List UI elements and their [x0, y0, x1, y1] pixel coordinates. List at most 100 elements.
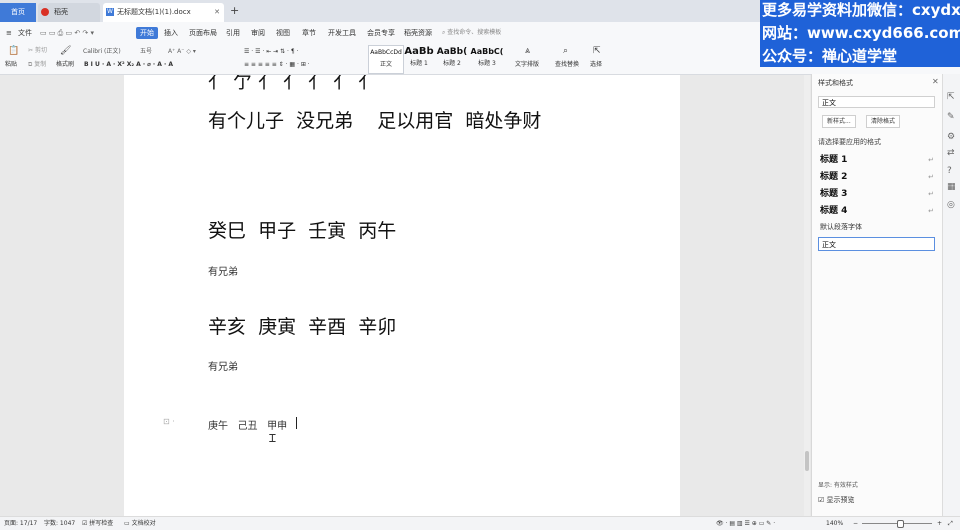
promo-website: 网站：www.cxyd666.com [762, 24, 960, 42]
select-cursor-icon[interactable]: ⇱ [593, 46, 601, 56]
font-format-icons[interactable]: B I U · A · X² X₂ A · ⌀ · A · A [84, 60, 173, 69]
ibeam-cursor-icon: Ꮖ [269, 432, 277, 445]
settings-icon[interactable]: ⚙ [947, 132, 955, 142]
preview-checkbox[interactable]: ☑ 显示预览 [818, 495, 855, 505]
vertical-scrollbar[interactable] [804, 75, 810, 516]
find-replace-button[interactable]: 查找替换 [555, 60, 579, 69]
menu-member[interactable]: 会员专享 [367, 27, 395, 39]
spell-check-label: 拼写检查 [89, 520, 114, 527]
panel-style-heading1[interactable]: 标题 1 ↵ [820, 152, 936, 168]
tab-docer-label: 稻壳 [54, 8, 68, 16]
find-icon[interactable]: ⌕ [563, 46, 568, 56]
command-search[interactable]: ⌕ 查找命令、搜索模板 [442, 27, 562, 39]
word-count[interactable]: 字数: 1047 [44, 519, 75, 528]
doc-line-4: 辛亥 庚寅 辛酉 辛卯 [208, 316, 397, 338]
close-tab-icon[interactable]: ✕ [214, 3, 220, 22]
font-size-select[interactable]: 五号 [140, 47, 152, 56]
menu-view[interactable]: 视图 [276, 27, 290, 39]
search-placeholder: 查找命令、搜索模板 [447, 29, 502, 36]
new-tab-icon[interactable]: + [230, 5, 239, 16]
style-normal-label: 正文 [379, 61, 392, 68]
show-styles-select[interactable]: 显示: 有效样式 [818, 480, 858, 489]
tab-home[interactable]: 首页 [0, 3, 36, 22]
paste-button[interactable]: 粘贴 [5, 60, 17, 69]
doc-line-1: 有个儿子 没兄弟 足以用官 暗处争财 [208, 110, 542, 132]
hamburger-icon[interactable]: ≡ [6, 27, 12, 39]
clear-format-button[interactable]: 清除格式 [866, 115, 901, 128]
style-heading3-label: 标题 3 [478, 60, 496, 67]
styles-panel: 样式和格式 ✕ 正文 新样式... 清除格式 请选择要应用的格式 标题 1 ↵ 标… [811, 74, 942, 516]
view-mode-icons[interactable]: 👁 · ▤ ▥ ☰ ⊕ ▭ ✎ · [716, 519, 775, 528]
tab-document[interactable]: W 无标题文档(1)(1).docx ✕ [103, 3, 224, 22]
word-doc-icon: W [106, 8, 114, 16]
paragraph-mark-icon: ↵ [928, 173, 934, 181]
menu-docer[interactable]: 稻壳资源 [404, 27, 432, 39]
style-heading3[interactable]: AaBbC( 标题 3 [469, 45, 505, 72]
menu-developer[interactable]: 开发工具 [328, 27, 356, 39]
share-icon[interactable]: ⇄ [947, 148, 955, 158]
scroll-thumb[interactable] [805, 451, 809, 471]
current-style-select[interactable]: 正文 [818, 96, 935, 108]
panel-style-normal[interactable]: 正文 [818, 237, 935, 251]
document-page[interactable]: 亻 亇 亻 亻 亻 亻 亻 有个儿子 没兄弟 足以用官 暗处争财 癸巳 甲子 壬… [124, 75, 680, 516]
doc-line-6: 庚午 己丑 甲申 [208, 421, 288, 432]
cut-button[interactable]: ✂ 剪切 [28, 46, 47, 55]
panel-default-para-font[interactable]: 默认段落字体 [820, 222, 862, 232]
panel-close-icon[interactable]: ✕ [932, 77, 939, 86]
menu-insert[interactable]: 插入 [164, 27, 178, 39]
panel-style-heading2[interactable]: 标题 2 ↵ [820, 169, 936, 185]
list-icons[interactable]: ☰ · ☰ · ⇤ ⇥ ⇅ · ¶ · [244, 47, 298, 56]
tab-document-label: 无标题文档(1)(1).docx [117, 8, 191, 16]
copy-button[interactable]: ⧉ 复制 [28, 60, 46, 69]
menu-start[interactable]: 开始 [136, 27, 158, 39]
zoom-level[interactable]: 140% [826, 519, 843, 528]
target-icon[interactable]: ◎ [947, 200, 955, 210]
docer-logo-icon [41, 8, 49, 16]
style-heading2[interactable]: AaBb( 标题 2 [436, 45, 468, 72]
style-heading2-label: 标题 2 [443, 60, 461, 67]
panel-style-heading4[interactable]: 标题 4 ↵ [820, 203, 936, 219]
text-tools-icon[interactable]: ⩓ [525, 46, 530, 56]
style-heading1-sample: AaBb [404, 46, 434, 57]
style-normal[interactable]: AaBbCcDd 正文 [368, 45, 404, 74]
text-tools-button[interactable]: 文字排版 [515, 60, 539, 69]
menu-section[interactable]: 章节 [302, 27, 316, 39]
zoom-in-icon[interactable]: + [937, 519, 942, 528]
paragraph-mark-icon: ↵ [928, 156, 934, 164]
menu-layout[interactable]: 页面布局 [189, 27, 217, 39]
menu-references[interactable]: 引用 [226, 27, 240, 39]
spell-check[interactable]: ☑ 拼写检查 [82, 519, 113, 528]
panel-style-heading1-label: 标题 1 [820, 155, 848, 165]
promo-account: 公众号：禅心道学堂 [762, 47, 898, 65]
pen-icon[interactable]: ✎ [947, 112, 955, 122]
panel-style-heading3-label: 标题 3 [820, 189, 848, 199]
help-icon[interactable]: ? [947, 166, 952, 176]
zoom-out-icon[interactable]: − [853, 519, 858, 528]
new-style-button[interactable]: 新样式... [822, 115, 856, 128]
align-icons[interactable]: ≡ ≡ ≡ ≡ ≡ ⇕ · ▦ · ⊞ · [244, 60, 310, 69]
font-name-select[interactable]: Calibri (正文) [83, 47, 133, 56]
tab-docer[interactable]: 稻壳 [38, 3, 100, 22]
paragraph-handle-icon[interactable]: ⊡ · [163, 417, 175, 426]
panel-style-heading3[interactable]: 标题 3 ↵ [820, 186, 936, 202]
preview-label: 显示预览 [826, 496, 855, 504]
format-painter-button[interactable]: 格式刷 [56, 60, 74, 69]
select-button[interactable]: 选择 [590, 60, 602, 69]
menu-review[interactable]: 审阅 [251, 27, 265, 39]
proofread[interactable]: ▭ 文档校对 [124, 519, 156, 528]
quick-access-icons[interactable]: ▭ ▭ ⎙ ▭ ↶ ↷ ▾ [40, 27, 94, 39]
menu-file[interactable]: 文件 [18, 27, 32, 39]
style-heading1[interactable]: AaBb 标题 1 [404, 45, 434, 72]
format-painter-icon[interactable]: 🖌 [60, 46, 71, 56]
zoom-slider-knob[interactable] [897, 520, 904, 528]
promo-overlay: 更多易学资料加微信：cxydxt66 网站：www.cxyd666.com 公众… [760, 0, 960, 67]
right-sidebar: ⇱ ✎ ⚙ ⇄ ? ▦ ◎ [942, 74, 960, 516]
select-icon[interactable]: ⇱ [947, 92, 955, 102]
fit-window-icon[interactable]: ⤢ [948, 519, 953, 528]
paragraph-mark-icon: ↵ [928, 207, 934, 215]
grid-icon[interactable]: ▦ [947, 182, 956, 192]
font-grow-shrink-icons[interactable]: A⁺ A⁻ ◇ ▾ [168, 47, 196, 56]
paste-icon[interactable]: 📋 [8, 46, 19, 56]
page-count[interactable]: 页面: 17/17 [4, 519, 37, 528]
panel-style-heading4-label: 标题 4 [820, 206, 848, 216]
